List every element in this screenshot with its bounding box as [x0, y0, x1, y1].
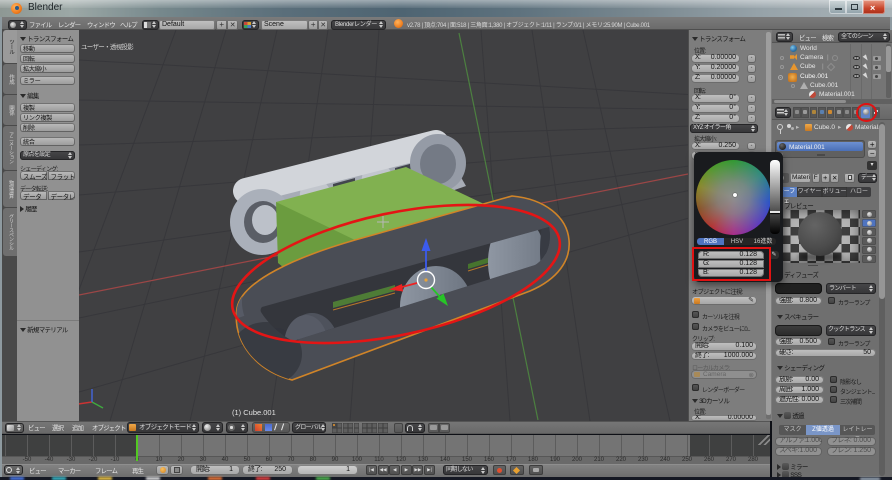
- svg-text:ユーザー・透視投影: ユーザー・透視投影: [81, 42, 134, 51]
- svg-text:(1) Cube.001: (1) Cube.001: [232, 408, 276, 417]
